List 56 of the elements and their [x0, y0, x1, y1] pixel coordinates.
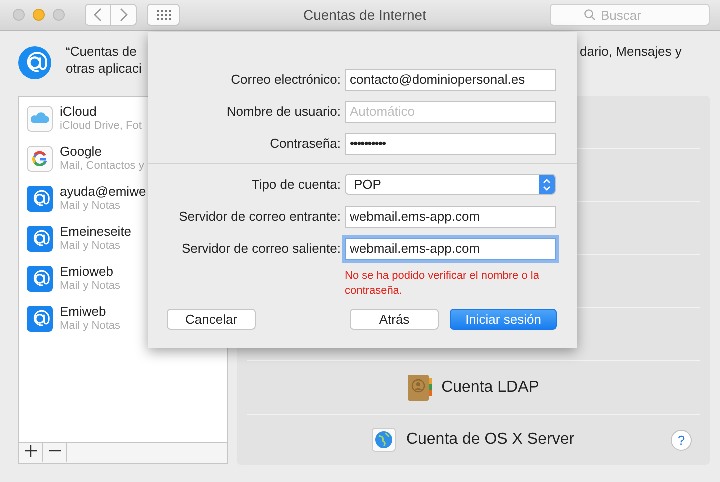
- field-label: Contraseña:: [269, 136, 342, 151]
- account-detail: Mail y Notas: [60, 279, 121, 293]
- search-icon: [584, 9, 596, 21]
- account-detail: Mail y Notas: [60, 319, 121, 333]
- sheet-button[interactable]: Cancelar: [167, 309, 256, 330]
- input-field[interactable]: Automático: [345, 100, 556, 122]
- account-name: iCloud: [60, 105, 98, 119]
- globe-icon: [372, 428, 396, 452]
- chevron-left-icon: [94, 8, 102, 22]
- cloud-icon: [27, 106, 53, 132]
- sheet-button[interactable]: Atrás: [350, 309, 439, 330]
- show-all-button[interactable]: [147, 4, 180, 26]
- input-field[interactable]: webmail.ems-app.com: [345, 238, 556, 260]
- input-field[interactable]: webmail.ems-app.com: [345, 206, 556, 228]
- field-label: Servidor de correo saliente:: [181, 241, 342, 256]
- intro-text: dario, Mensajes y: [580, 43, 683, 60]
- at-sign-icon: [27, 226, 53, 252]
- account-type-select[interactable]: POP: [345, 174, 556, 195]
- at-sign-icon: [27, 186, 53, 212]
- error-message: No se ha podido verificar el nombre o la contraseña.: [345, 269, 540, 299]
- plus-icon: [24, 444, 36, 456]
- account-detail: Mail y Notas: [60, 239, 122, 253]
- at-sign-icon: [27, 306, 53, 332]
- at-sign-icon: [18, 46, 52, 80]
- field-label: Nombre de usuario:: [226, 104, 342, 119]
- account-name: Emeineseite: [60, 225, 132, 239]
- intro-text: “Cuentas de: [66, 43, 138, 60]
- account-detail: iCloud Drive, Fot: [60, 119, 142, 133]
- window-title: Cuentas de Internet: [302, 7, 428, 23]
- close-button[interactable]: [13, 9, 25, 21]
- intro-text: otras aplicaci: [66, 60, 143, 77]
- search-field[interactable]: Buscar: [550, 4, 710, 26]
- google-g-icon: [27, 146, 53, 172]
- field-label: Servidor de correo entrante:: [178, 209, 342, 224]
- account-name: Emiweb: [60, 305, 108, 319]
- address-book-icon: [408, 374, 432, 400]
- provider-option[interactable]: Cuenta de OS X Server: [372, 428, 575, 452]
- chevron-right-icon: [120, 8, 128, 22]
- field-label: Correo electrónico:: [230, 72, 342, 87]
- help-button[interactable]: ?: [671, 430, 692, 450]
- at-sign-icon: [27, 266, 53, 292]
- account-name: Google: [60, 145, 103, 159]
- input-field[interactable]: ••••••••••: [345, 132, 556, 154]
- up-down-arrows-icon: [543, 178, 551, 192]
- account-detail: Mail, Contactos y: [60, 159, 144, 173]
- zoom-button[interactable]: [53, 9, 65, 21]
- account-name: Emioweb: [60, 265, 114, 279]
- field-label: Tipo de cuenta:: [250, 177, 342, 192]
- account-name: ayuda@emiwe: [60, 185, 146, 199]
- input-field[interactable]: contacto@dominiopersonal.es: [345, 68, 556, 90]
- forward-button[interactable]: [111, 4, 137, 26]
- account-detail: Mail y Notas: [60, 199, 122, 213]
- grid-icon: [156, 10, 170, 20]
- back-button[interactable]: [85, 4, 111, 26]
- minimize-button[interactable]: [33, 9, 45, 21]
- provider-option[interactable]: Cuenta LDAP: [408, 374, 540, 400]
